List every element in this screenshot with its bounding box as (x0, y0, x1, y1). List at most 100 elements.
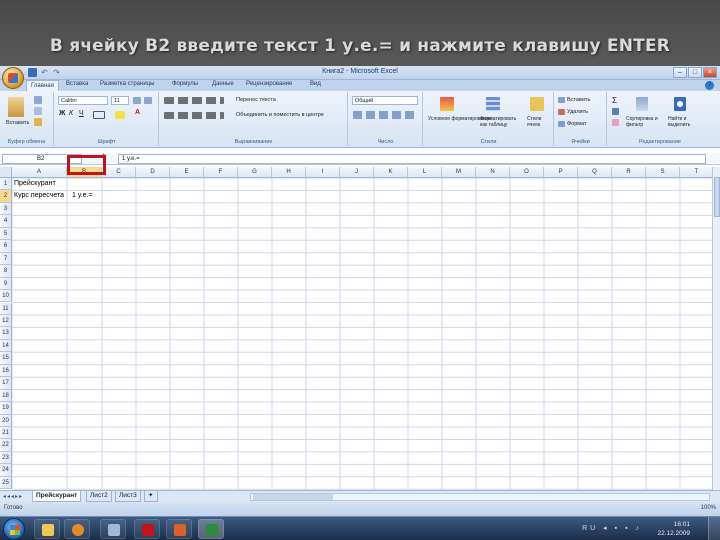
column-header-l[interactable]: L (408, 167, 442, 178)
underline-icon[interactable]: Ч (79, 110, 84, 117)
taskbar-pdf[interactable] (134, 519, 160, 539)
insert-sheet-icon[interactable]: ✦ (144, 491, 158, 502)
wrap-text-button[interactable]: Перенос текста (236, 97, 276, 103)
delete-cells-button[interactable]: Удалить (567, 109, 588, 115)
column-header-g[interactable]: G (238, 167, 272, 178)
format-cells-button[interactable]: Формат (567, 121, 587, 127)
zoom-level[interactable]: 100% (701, 505, 716, 511)
tray-icons[interactable]: RU ◂ ▪ ▪ ♪ (582, 524, 642, 532)
font-size-select[interactable]: 11 (111, 96, 129, 105)
font-name-select[interactable]: Calibri (58, 96, 108, 105)
fill-icon[interactable] (612, 108, 619, 115)
tab-insert[interactable]: Вставка (66, 81, 88, 87)
column-header-f[interactable]: F (204, 167, 238, 178)
formula-input[interactable]: 1 у.е.= (118, 154, 706, 164)
column-header-k[interactable]: K (374, 167, 408, 178)
column-header-d[interactable]: D (136, 167, 170, 178)
row-header-20[interactable]: 20 (0, 414, 12, 427)
show-desktop-button[interactable] (708, 517, 720, 540)
paste-button[interactable]: Вставить (6, 120, 29, 126)
vertical-scrollbar[interactable] (712, 167, 720, 490)
taskbar-powerpoint[interactable] (166, 519, 192, 539)
borders-icon[interactable] (93, 111, 105, 119)
vertical-scroll-thumb[interactable] (714, 177, 720, 217)
cell-styles-button[interactable]: Стили ячеек (527, 116, 551, 128)
column-header-q[interactable]: Q (578, 167, 612, 178)
spreadsheet-grid[interactable]: Прейскурант Курс пересчета 1 у.е.= ABCDE… (0, 167, 712, 490)
column-header-m[interactable]: M (442, 167, 476, 178)
row-header-13[interactable]: 13 (0, 327, 12, 340)
taskbar-tool[interactable] (100, 519, 126, 539)
cell-b2[interactable]: 1 у.е.= (72, 190, 104, 202)
find-select-button[interactable]: Найти и выделить (668, 116, 698, 128)
column-header-i[interactable]: I (306, 167, 340, 178)
sort-filter-icon[interactable] (636, 97, 648, 111)
row-header-22[interactable]: 22 (0, 439, 12, 452)
row-header-6[interactable]: 6 (0, 240, 12, 253)
row-header-24[interactable]: 24 (0, 464, 12, 477)
row-header-16[interactable]: 16 (0, 364, 12, 378)
font-color-icon[interactable]: A (135, 109, 140, 116)
taskbar-excel[interactable] (198, 519, 224, 539)
row-header-23[interactable]: 23 (0, 451, 12, 465)
find-icon[interactable] (674, 97, 686, 111)
row-header-19[interactable]: 19 (0, 402, 12, 415)
minimize-button[interactable]: – (673, 67, 687, 78)
select-all-corner[interactable] (0, 167, 12, 178)
paste-icon[interactable] (8, 97, 24, 117)
column-header-a[interactable]: A (12, 167, 67, 178)
language-indicator[interactable]: RU (582, 525, 598, 532)
column-header-t[interactable]: T (680, 167, 712, 178)
cell-a2[interactable]: Курс пересчета (14, 190, 68, 202)
conditional-format-icon[interactable] (440, 97, 454, 111)
column-header-r[interactable]: R (612, 167, 646, 178)
column-header-j[interactable]: J (340, 167, 374, 178)
row-header-25[interactable]: 25 (0, 476, 12, 490)
column-header-o[interactable]: O (510, 167, 544, 178)
column-header-e[interactable]: E (170, 167, 204, 178)
tab-home[interactable]: Главная (26, 80, 59, 91)
column-header-s[interactable]: S (646, 167, 680, 178)
maximize-button[interactable]: □ (688, 67, 702, 78)
cut-icon[interactable] (34, 96, 42, 104)
column-header-n[interactable]: N (476, 167, 510, 178)
grow-font-icon[interactable] (133, 97, 141, 104)
tab-formulas[interactable]: Формулы (172, 81, 198, 87)
office-button[interactable] (2, 67, 24, 89)
horizontal-scrollbar[interactable] (250, 493, 710, 501)
start-button[interactable] (3, 518, 25, 540)
column-header-h[interactable]: H (272, 167, 306, 178)
row-header-11[interactable]: 11 (0, 302, 12, 315)
column-header-p[interactable]: P (544, 167, 578, 178)
row-header-10[interactable]: 10 (0, 290, 12, 303)
sheet-tab-list3[interactable]: Лист3 (115, 491, 141, 502)
horizontal-scroll-thumb[interactable] (253, 494, 333, 500)
row-header-1[interactable]: 1 (0, 178, 12, 191)
row-header-15[interactable]: 15 (0, 352, 12, 365)
italic-icon[interactable]: К (69, 110, 73, 117)
help-icon[interactable]: ? (705, 81, 714, 90)
sheet-nav-arrows-icon[interactable]: ◂◂◂▸▸ (3, 493, 23, 500)
row-header-9[interactable]: 9 (0, 277, 12, 291)
tab-review[interactable]: Рецензирование (246, 81, 292, 87)
row-header-5[interactable]: 5 (0, 227, 12, 241)
number-format-icons[interactable] (353, 111, 417, 119)
close-button[interactable]: × (703, 67, 717, 78)
clock[interactable]: 16:01 22.12.2009 (657, 520, 690, 538)
sheet-tab-list2[interactable]: Лист2 (86, 491, 112, 502)
taskbar-media[interactable] (64, 519, 90, 539)
row-header-17[interactable]: 17 (0, 377, 12, 390)
autosum-icon[interactable]: Σ (612, 96, 617, 105)
row-header-3[interactable]: 3 (0, 202, 12, 216)
tab-page-layout[interactable]: Разметка страницы (100, 81, 154, 87)
cell-a1[interactable]: Прейскурант (14, 178, 124, 190)
row-header-14[interactable]: 14 (0, 339, 12, 353)
sheet-tab-price-list[interactable]: Прейскурант (32, 491, 82, 502)
sort-filter-button[interactable]: Сортировка и фильтр (626, 116, 658, 128)
vertical-align-icons[interactable] (164, 97, 224, 104)
row-header-2[interactable]: 2 (0, 190, 12, 203)
format-table-button[interactable]: Форматировать как таблицу (480, 116, 520, 128)
fill-color-icon[interactable] (115, 111, 125, 119)
column-header-c[interactable]: C (102, 167, 136, 178)
insert-cells-button[interactable]: Вставить (567, 97, 590, 103)
